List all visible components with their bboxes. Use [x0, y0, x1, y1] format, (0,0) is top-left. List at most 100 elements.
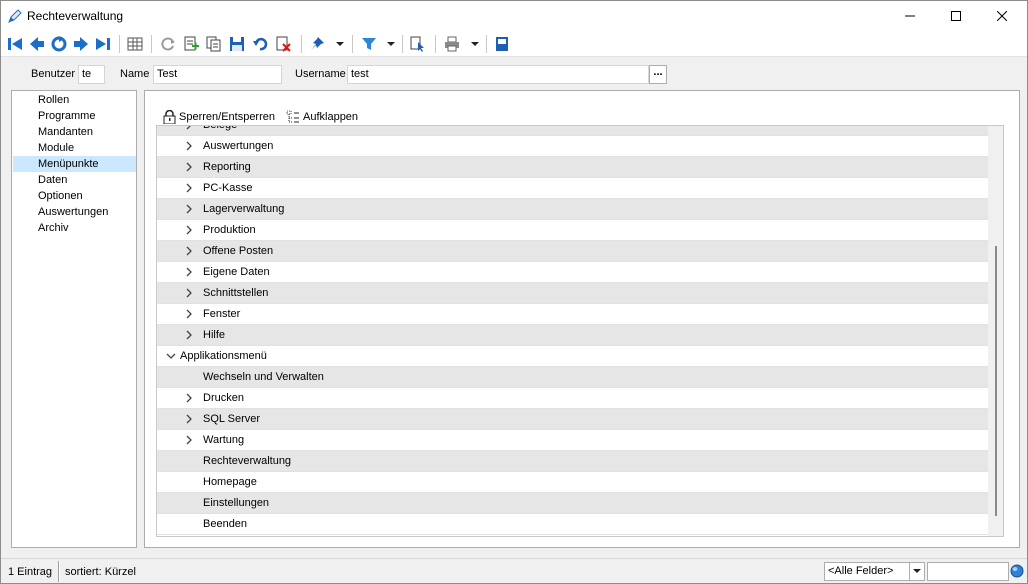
benutzer-field[interactable]: te: [78, 65, 105, 84]
sidebar-item-7[interactable]: Auswertungen: [13, 204, 136, 220]
dropdown-arrow-icon: [913, 569, 921, 573]
close-button[interactable]: [979, 1, 1025, 31]
tree-row[interactable]: Schnittstellen: [157, 283, 988, 304]
sidebar-item-1[interactable]: Programme: [13, 108, 136, 124]
tree-row[interactable]: SQL Server: [157, 409, 988, 430]
tree-row[interactable]: Auswertungen: [157, 136, 988, 157]
new-record-button[interactable]: [181, 34, 201, 54]
tree-row[interactable]: Homepage: [157, 472, 988, 493]
chevron-right-icon[interactable]: [184, 414, 194, 424]
minimize-icon: [905, 15, 915, 17]
chevron-right-icon[interactable]: [184, 141, 194, 151]
tree-row[interactable]: Beenden: [157, 514, 988, 535]
tree-row-label: Homepage: [203, 476, 257, 488]
tree-row[interactable]: Drucken: [157, 388, 988, 409]
chevron-right-icon[interactable]: [184, 225, 194, 235]
undo-button[interactable]: [250, 34, 270, 54]
sidebar-item-2[interactable]: Mandanten: [13, 124, 136, 140]
filter-button[interactable]: [359, 34, 379, 54]
tree-row-label: Einstellungen: [203, 497, 270, 509]
previous-record-button[interactable]: [27, 34, 47, 54]
tree-row[interactable]: Fenster: [157, 304, 988, 325]
chevron-right-icon[interactable]: [184, 267, 194, 277]
sidebar-item-8[interactable]: Archiv: [13, 220, 136, 236]
globe-icon[interactable]: [1010, 564, 1024, 578]
tree-row[interactable]: Wartung: [157, 430, 988, 451]
tree-row[interactable]: Applikationsmenü: [157, 346, 988, 367]
pin-icon: [311, 37, 324, 50]
scrollbar-thumb[interactable]: [995, 246, 997, 516]
chevron-right-icon[interactable]: [184, 125, 194, 130]
pin-dropdown[interactable]: [335, 34, 345, 54]
filter-dropdown[interactable]: [386, 34, 396, 54]
record-count: 1 Eintrag: [8, 566, 53, 578]
first-record-button[interactable]: [5, 34, 25, 54]
tree-row[interactable]: Reporting: [157, 157, 988, 178]
manual-button[interactable]: [492, 34, 512, 54]
chevron-right-icon[interactable]: [184, 183, 194, 193]
print-button[interactable]: [442, 34, 462, 54]
status-bar: 1 Eintrag sortiert: Kürzel <Alle Felder>: [1, 558, 1027, 583]
table-view-button[interactable]: [125, 34, 145, 54]
tree-row-label: PC-Kasse: [203, 182, 253, 194]
sidebar-item-5[interactable]: Daten: [13, 172, 136, 188]
tree-row[interactable]: Offene Posten: [157, 241, 988, 262]
tree-row-label: Belege: [203, 125, 238, 131]
copy-record-button[interactable]: [204, 34, 224, 54]
tree-row[interactable]: Eigene Daten: [157, 262, 988, 283]
tree-row-label: Fenster: [203, 308, 241, 320]
tree-row-label: Schnittstellen: [203, 287, 269, 299]
chevron-right-icon[interactable]: [184, 435, 194, 445]
sidebar-item-6[interactable]: Optionen: [13, 188, 136, 204]
chevron-right-icon[interactable]: [184, 162, 194, 172]
first-icon: [8, 38, 22, 50]
save-button[interactable]: [227, 34, 247, 54]
tree-row[interactable]: Wechseln und Verwalten: [157, 367, 988, 388]
reload-button[interactable]: [158, 34, 178, 54]
tree-row[interactable]: PC-Kasse: [157, 178, 988, 199]
next-record-button[interactable]: [71, 34, 91, 54]
sidebar-item-0[interactable]: Rollen: [13, 92, 136, 108]
cursor-icon: [410, 36, 424, 52]
name-field[interactable]: Test: [153, 65, 282, 84]
sidebar-item-3[interactable]: Module: [13, 140, 136, 156]
tree-row[interactable]: Lagerverwaltung: [157, 199, 988, 220]
undo-icon: [253, 37, 268, 51]
chevron-right-icon[interactable]: [184, 288, 194, 298]
delete-record-button[interactable]: [273, 34, 293, 54]
window-title: Rechteverwaltung: [27, 9, 124, 23]
chevron-down-icon[interactable]: [166, 351, 176, 361]
vertical-scrollbar[interactable]: [988, 126, 1003, 536]
print-dropdown[interactable]: [470, 34, 480, 54]
delete-icon: [276, 36, 291, 52]
sidebar-item-4[interactable]: Menüpunkte: [13, 156, 136, 172]
go-to-record-button[interactable]: [49, 34, 69, 54]
select-record-button[interactable]: [408, 34, 428, 54]
refresh-circle-icon: [51, 36, 67, 52]
maximize-button[interactable]: [933, 1, 979, 31]
field-select-dropdown[interactable]: [909, 563, 924, 580]
status-separator: [58, 561, 60, 582]
tree-row[interactable]: Hilfe: [157, 325, 988, 346]
username-field[interactable]: test: [347, 65, 649, 84]
minimize-button[interactable]: [887, 1, 933, 31]
expand-all-button[interactable]: Aufklappen: [286, 108, 358, 126]
tree-row-label: Drucken: [203, 392, 244, 404]
pin-button[interactable]: [307, 34, 327, 54]
lock-unlock-button[interactable]: Sperren/Entsperren: [163, 108, 275, 126]
tree-row[interactable]: Rechteverwaltung: [157, 451, 988, 472]
toolbar-separator: [352, 35, 353, 53]
book-icon: [496, 37, 508, 51]
chevron-right-icon[interactable]: [184, 204, 194, 214]
tree-row[interactable]: Produktion: [157, 220, 988, 241]
tree-row[interactable]: Einstellungen: [157, 493, 988, 514]
chevron-right-icon[interactable]: [184, 330, 194, 340]
username-browse-button[interactable]: ...: [649, 65, 667, 84]
chevron-right-icon[interactable]: [184, 309, 194, 319]
tree-row[interactable]: Belege: [157, 125, 988, 136]
search-field[interactable]: [927, 562, 1009, 581]
category-list: Rollen Programme Mandanten Module Menüpunkte…: [11, 90, 137, 548]
chevron-right-icon[interactable]: [184, 393, 194, 403]
last-record-button[interactable]: [93, 34, 113, 54]
chevron-right-icon[interactable]: [184, 246, 194, 256]
